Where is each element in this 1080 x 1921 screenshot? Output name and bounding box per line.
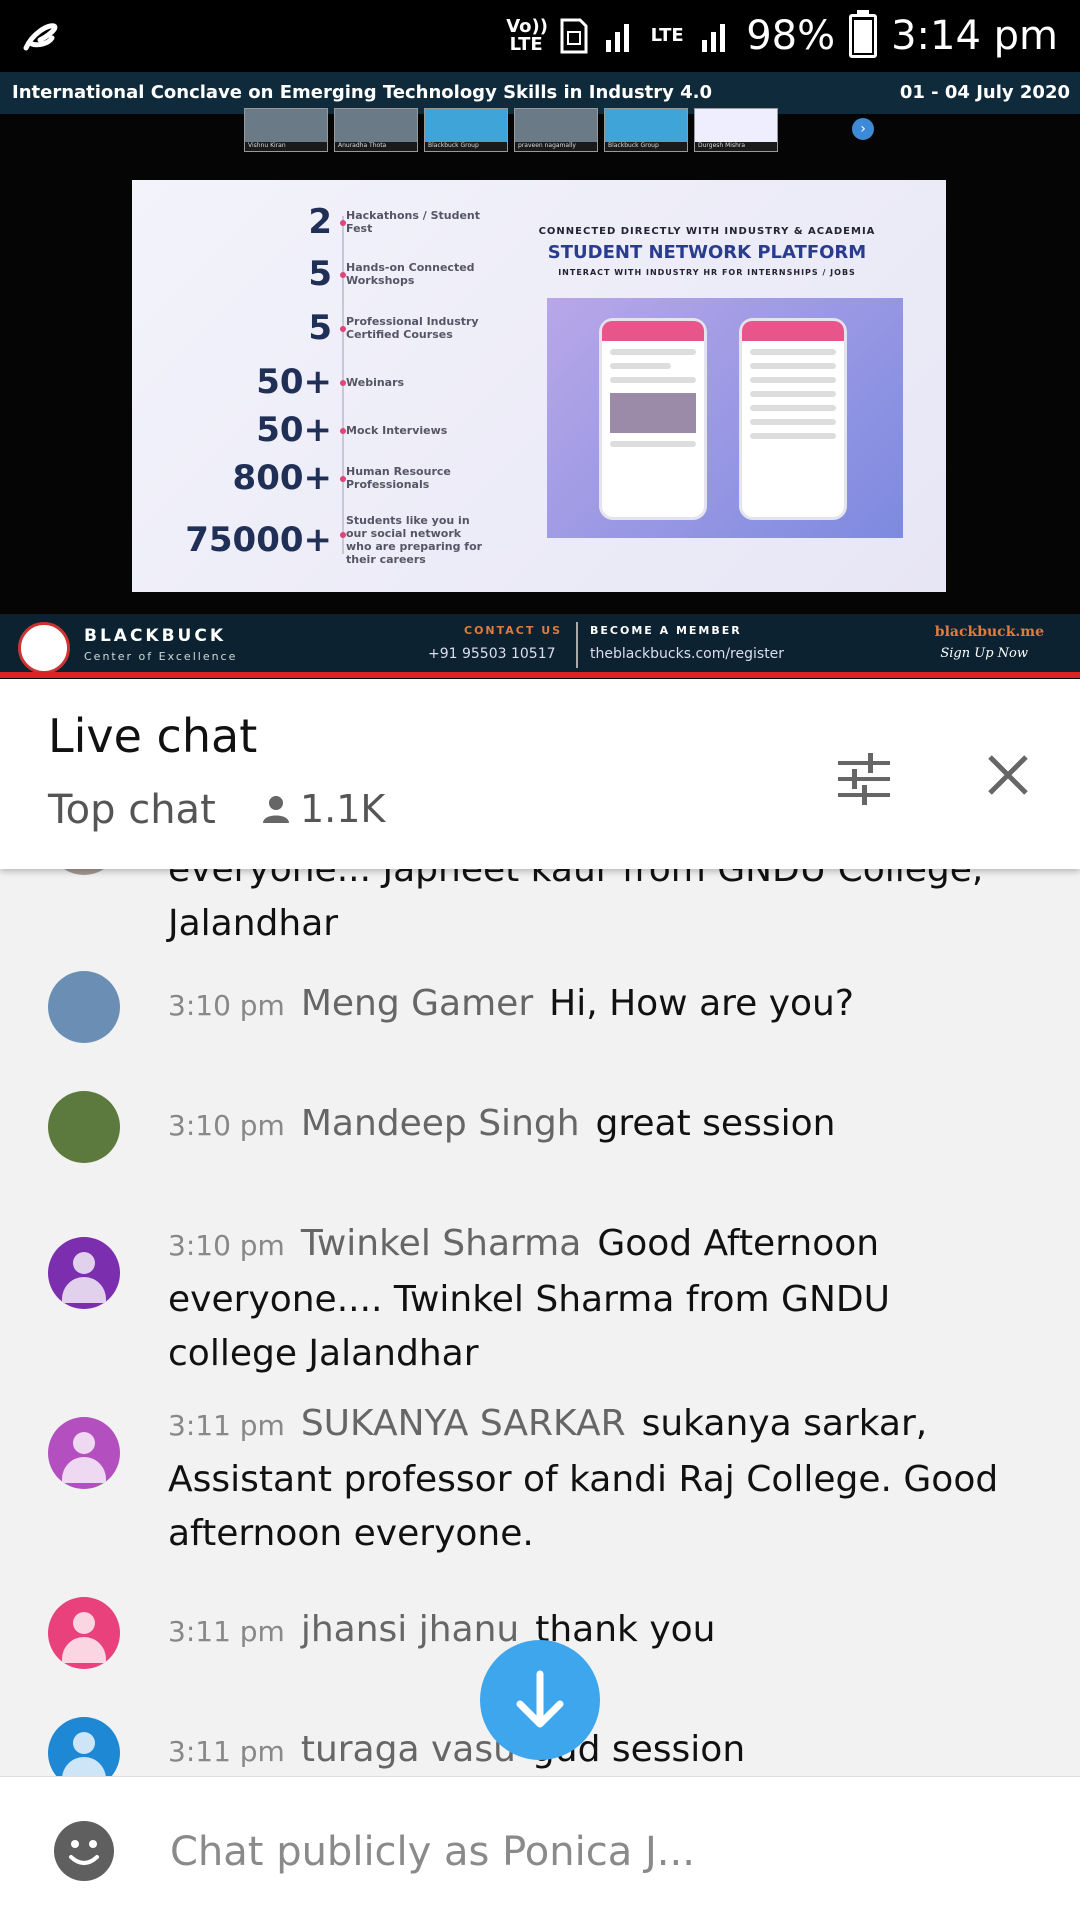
app-logo-icon — [23, 23, 58, 51]
avatar[interactable] — [48, 1237, 120, 1309]
message-time: 3:10 pm — [168, 989, 285, 1022]
message-time: 3:11 pm — [168, 1615, 285, 1648]
chat-mode-selector[interactable]: Top chat — [48, 787, 216, 833]
platform-title: STUDENT NETWORK PLATFORM — [547, 242, 867, 263]
conference-dates: 01 - 04 July 2020 — [899, 82, 1070, 103]
stat-row: 800+ Human Resource Professionals — [232, 458, 451, 498]
participant-thumb: Anuradha Thota — [334, 108, 418, 152]
emoji-button[interactable] — [54, 1821, 114, 1881]
participant-thumb: Durgesh Mishra — [694, 108, 778, 152]
message-text: Hi, How are you? — [549, 983, 854, 1024]
avatar[interactable] — [48, 1091, 120, 1163]
stat-row: 50+ Mock Interviews — [256, 410, 448, 450]
message-author[interactable]: Twinkel Sharma — [301, 1223, 581, 1264]
phone-mockup — [739, 318, 847, 520]
avatar[interactable] — [48, 1417, 120, 1489]
stat-bullet — [340, 272, 346, 278]
participant-thumb: Vishnu Kiran — [244, 108, 328, 152]
video-player[interactable]: International Conclave on Emerging Techn… — [0, 72, 1080, 679]
message-text: everyone... Japneet kaur from GNDU Colle… — [168, 869, 984, 944]
conference-title: International Conclave on Emerging Techn… — [12, 82, 713, 103]
data-network-indicator: LTE — [650, 25, 684, 46]
avatar[interactable] — [48, 971, 120, 1043]
avatar[interactable] — [48, 1717, 120, 1776]
close-icon[interactable] — [986, 753, 1030, 797]
battery-icon — [849, 10, 878, 58]
message-time: 3:11 pm — [168, 1735, 285, 1768]
sim-icon — [560, 18, 588, 54]
stat-row: 75000+ Students like you in our social ne… — [185, 514, 483, 566]
member-label: BECOME A MEMBER — [590, 624, 742, 637]
platform-subtitle: INTERACT WITH INDUSTRY HR FOR INTERNSHIP… — [558, 268, 856, 277]
status-bar: Vo)) LTE LTE 98% 3:14 pm — [0, 0, 1080, 72]
avatar[interactable] — [48, 1597, 120, 1669]
video-footer-bar: BLACKBUCK Center of Excellence CONTACT U… — [0, 614, 1080, 678]
contact-phone: +91 95503 10517 — [428, 646, 556, 662]
app-mockup — [547, 298, 903, 538]
battery-percent: 98% — [746, 13, 836, 59]
signup-text: Sign Up Now — [940, 646, 1028, 661]
playback-progress-bar[interactable] — [0, 672, 1080, 678]
message-time: 3:11 pm — [168, 1409, 285, 1442]
scroll-to-latest-button[interactable] — [480, 1640, 600, 1760]
viewer-count: 1.1K — [260, 787, 385, 831]
participant-strip: Vishnu Kiran Anuradha Thota Blackbuck Gr… — [244, 108, 778, 152]
stat-row: 50+ Webinars — [256, 362, 405, 402]
message-text: great session — [595, 1103, 836, 1144]
avatar[interactable] — [48, 869, 120, 875]
blackbuck-logo-icon — [18, 622, 70, 674]
message-time: 3:10 pm — [168, 1109, 285, 1142]
phone-mockup — [599, 318, 707, 520]
stat-bullet — [340, 476, 346, 482]
clock: 3:14 pm — [891, 13, 1058, 59]
platform-kicker: CONNECTED DIRECTLY WITH INDUSTRY & ACADE… — [538, 226, 876, 237]
message-author[interactable]: Mandeep Singh — [301, 1103, 580, 1144]
arrow-down-icon — [516, 1670, 564, 1728]
stat-bullet — [340, 532, 346, 538]
signal-icon — [606, 24, 630, 52]
stat-row: 5 Professional Industry Certified Courses — [308, 308, 479, 348]
person-icon — [263, 796, 289, 823]
stat-bullet — [340, 428, 346, 434]
message-author[interactable]: SUKANYA SARKAR — [301, 1403, 626, 1444]
chat-title: Live chat — [48, 709, 258, 763]
member-url: theblackbucks.com/register — [590, 646, 785, 662]
stat-bullet — [340, 326, 346, 332]
signal-icon — [702, 24, 726, 52]
chat-input-bar — [0, 1776, 1080, 1921]
participant-thumb: Blackbuck Group — [424, 108, 508, 152]
viewer-count-value: 1.1K — [300, 787, 386, 831]
stat-row: 5 Hands-on Connected Workshops — [308, 254, 475, 294]
stat-row: 2 Hackathons / Student Fest — [308, 202, 481, 242]
brand-subtitle: Center of Excellence — [84, 650, 238, 663]
filter-settings-icon[interactable] — [836, 751, 892, 807]
message-author[interactable]: Meng Gamer — [301, 983, 533, 1024]
site-name: blackbuck.me — [934, 624, 1044, 640]
presentation-slide: 2 Hackathons / Student Fest 5 Hands-on Con… — [132, 180, 946, 592]
participant-thumb: praveen nagamally — [514, 108, 598, 152]
voice-lte-indicator: Vo)) LTE — [506, 16, 548, 55]
smiley-icon — [69, 1840, 99, 1865]
chat-header: Live chat Top chat 1.1K — [0, 679, 1080, 869]
chat-message-input[interactable] — [168, 1819, 1032, 1885]
contact-label: CONTACT US — [464, 624, 563, 637]
next-arrow-icon: › — [852, 118, 874, 140]
message-time: 3:10 pm — [168, 1229, 285, 1262]
stat-bullet — [340, 220, 346, 226]
brand-name: BLACKBUCK — [84, 626, 227, 646]
participant-thumb: Blackbuck Group — [604, 108, 688, 152]
stat-bullet — [340, 380, 346, 386]
